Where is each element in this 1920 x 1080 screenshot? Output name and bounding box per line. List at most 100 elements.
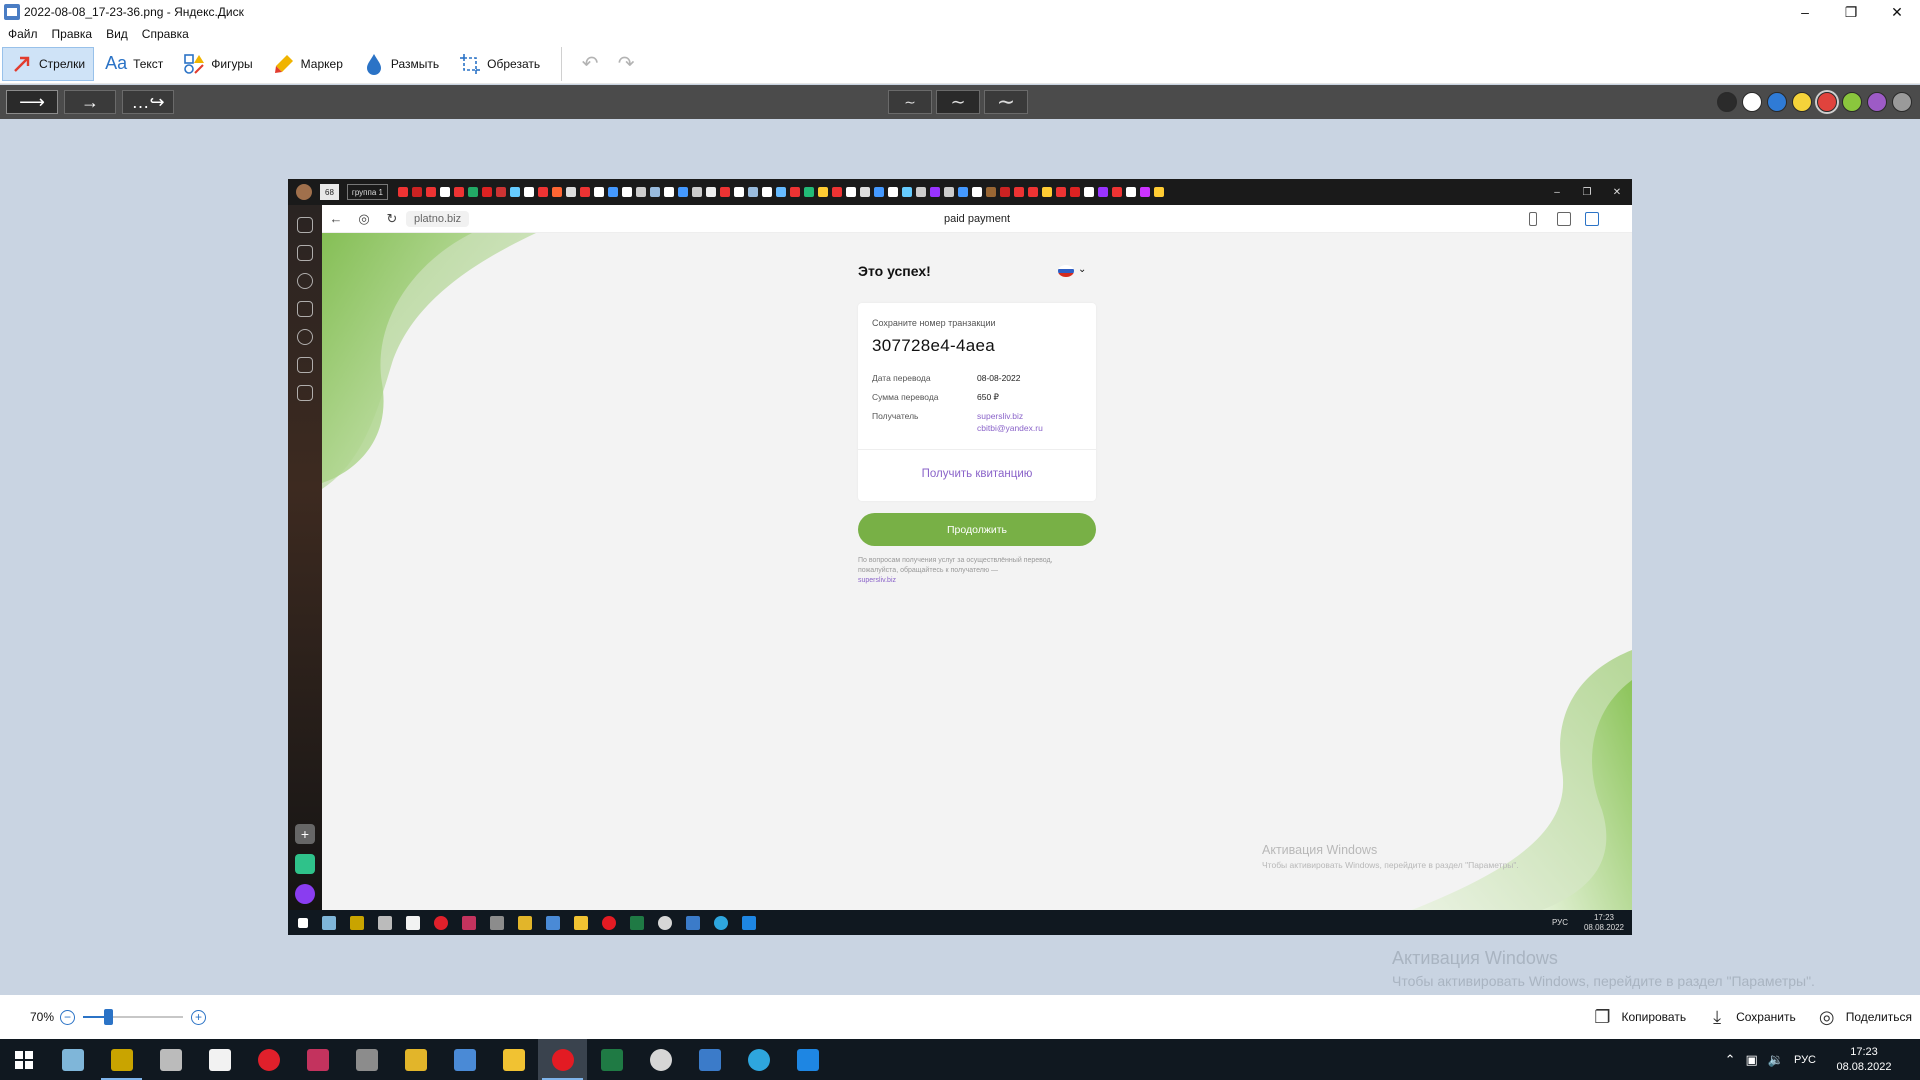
tab-favicon[interactable] [663, 187, 674, 197]
telegram-icon[interactable] [734, 1039, 783, 1080]
inner-binance-icon[interactable] [518, 915, 532, 930]
recipient-email-link[interactable]: cbitbi@yandex.ru [977, 423, 1043, 433]
tab-counter[interactable]: 68 [320, 184, 339, 200]
inner-screenshot-app-icon[interactable] [686, 915, 700, 930]
inner-obs-icon[interactable] [658, 915, 672, 930]
color-swatch[interactable] [1842, 92, 1862, 112]
tab-favicon[interactable] [957, 187, 968, 197]
tab-favicon[interactable] [929, 187, 940, 197]
menu-edit[interactable]: Правка [52, 27, 93, 41]
copy-button[interactable]: ❐ Копировать [1591, 1006, 1686, 1028]
thin-arrow-button[interactable]: → [64, 90, 116, 114]
inner-lang[interactable]: РУС [1552, 918, 1568, 927]
tab-favicon[interactable] [1041, 187, 1052, 197]
tab-favicon[interactable] [705, 187, 716, 197]
reload-icon[interactable]: ↻ [378, 211, 406, 227]
tab-favicon[interactable] [425, 187, 436, 197]
tab-favicon[interactable] [439, 187, 450, 197]
tab-favicon[interactable] [1027, 187, 1038, 197]
clock[interactable]: 17:23 08.08.2022 [1826, 1045, 1902, 1075]
tab-favicon[interactable] [1153, 187, 1164, 197]
history-icon[interactable] [297, 273, 313, 289]
russian-flag-icon[interactable] [1058, 265, 1074, 277]
recipient-site-link[interactable]: supersliv.biz [977, 411, 1023, 421]
inner-clock[interactable]: 17:23 08.08.2022 [1584, 913, 1624, 933]
tab-favicon[interactable] [999, 187, 1010, 197]
stroke-medium-button[interactable]: ∼ [936, 90, 980, 114]
browser-minimize[interactable]: – [1542, 187, 1572, 198]
inner-document-icon[interactable] [406, 915, 420, 930]
tool-arrows[interactable]: Стрелки [2, 46, 95, 81]
tab-favicon[interactable] [943, 187, 954, 197]
star-icon[interactable] [297, 245, 313, 261]
color-swatch[interactable] [1767, 92, 1787, 112]
messenger-icon[interactable] [295, 854, 315, 874]
redo-icon[interactable]: ↷ [608, 47, 644, 81]
windows-start-icon[interactable] [0, 1039, 48, 1080]
tab-favicon[interactable] [537, 187, 548, 197]
bookmark-icon[interactable] [1529, 212, 1537, 226]
picture-app-icon[interactable] [440, 1039, 489, 1080]
speaker-icon[interactable]: 🔉 [1768, 1052, 1784, 1068]
inner-file-explorer-icon[interactable] [574, 915, 588, 930]
tab-favicon[interactable] [803, 187, 814, 197]
zoom-slider-thumb[interactable] [104, 1009, 114, 1025]
inner-yandex-browser-icon[interactable] [602, 915, 616, 930]
tab-favicon[interactable] [1111, 187, 1122, 197]
tab-favicon[interactable] [1083, 187, 1094, 197]
tab-favicon[interactable] [481, 187, 492, 197]
tab-favicon[interactable] [509, 187, 520, 197]
tab-favicon[interactable] [635, 187, 646, 197]
inner-tank-game-icon[interactable] [490, 915, 504, 930]
tab-favicon[interactable] [901, 187, 912, 197]
support-note-link[interactable]: supersliv.biz [858, 577, 896, 584]
inner-game-app-icon[interactable] [350, 915, 364, 930]
tab-favicon[interactable] [565, 187, 576, 197]
screenshot-app-icon[interactable] [685, 1039, 734, 1080]
stroke-thick-button[interactable]: ∼ [984, 89, 1028, 114]
tab-favicon[interactable] [845, 187, 856, 197]
tab-favicon[interactable] [397, 187, 408, 197]
straight-arrow-button[interactable]: ⟶ [6, 90, 58, 114]
tab-favicon[interactable] [593, 187, 604, 197]
video-editor-icon[interactable] [146, 1039, 195, 1080]
inner-media-app-icon[interactable] [462, 915, 476, 930]
tab-favicon[interactable] [747, 187, 758, 197]
zoom-slider[interactable] [83, 1009, 184, 1025]
tab-favicon[interactable] [789, 187, 800, 197]
chevron-up-icon[interactable]: ⌃ [1725, 1052, 1736, 1068]
language-indicator[interactable]: РУС [1794, 1054, 1816, 1066]
file-explorer-icon[interactable] [489, 1039, 538, 1080]
restore-button[interactable]: ❐ [1828, 0, 1874, 24]
color-swatch[interactable] [1742, 92, 1762, 112]
tab-favicon[interactable] [915, 187, 926, 197]
inner-excel-icon[interactable] [630, 915, 644, 930]
shield-icon[interactable]: ◎ [350, 211, 378, 227]
tab-favicon[interactable] [453, 187, 464, 197]
tab-favicon[interactable] [831, 187, 842, 197]
tab-favicon[interactable] [1069, 187, 1080, 197]
network-icon[interactable]: ▣ [1745, 1052, 1757, 1068]
inner-opera-icon[interactable] [434, 915, 448, 930]
tank-game-icon[interactable] [342, 1039, 391, 1080]
document-icon[interactable] [195, 1039, 244, 1080]
tab-favicon[interactable] [1013, 187, 1024, 197]
tab-favicon[interactable] [467, 187, 478, 197]
inner-video-editor-icon[interactable] [378, 915, 392, 930]
notifications-icon[interactable] [1902, 1039, 1920, 1080]
color-swatch[interactable] [1817, 92, 1837, 112]
close-button[interactable]: ✕ [1874, 0, 1920, 24]
profile-avatar[interactable] [296, 184, 312, 200]
game-app-icon[interactable] [97, 1039, 146, 1080]
inner-picture-app-icon[interactable] [546, 915, 560, 930]
tab-favicon[interactable] [1139, 187, 1150, 197]
obs-icon[interactable] [636, 1039, 685, 1080]
chevron-down-icon[interactable]: ⌄ [1078, 264, 1086, 275]
tab-favicon[interactable] [971, 187, 982, 197]
color-swatch[interactable] [1892, 92, 1912, 112]
tab-favicon[interactable] [1055, 187, 1066, 197]
tab-favicon[interactable] [579, 187, 590, 197]
notes-icon[interactable] [297, 301, 313, 317]
alice-icon[interactable] [295, 884, 315, 904]
inner-start-icon[interactable] [298, 917, 308, 928]
